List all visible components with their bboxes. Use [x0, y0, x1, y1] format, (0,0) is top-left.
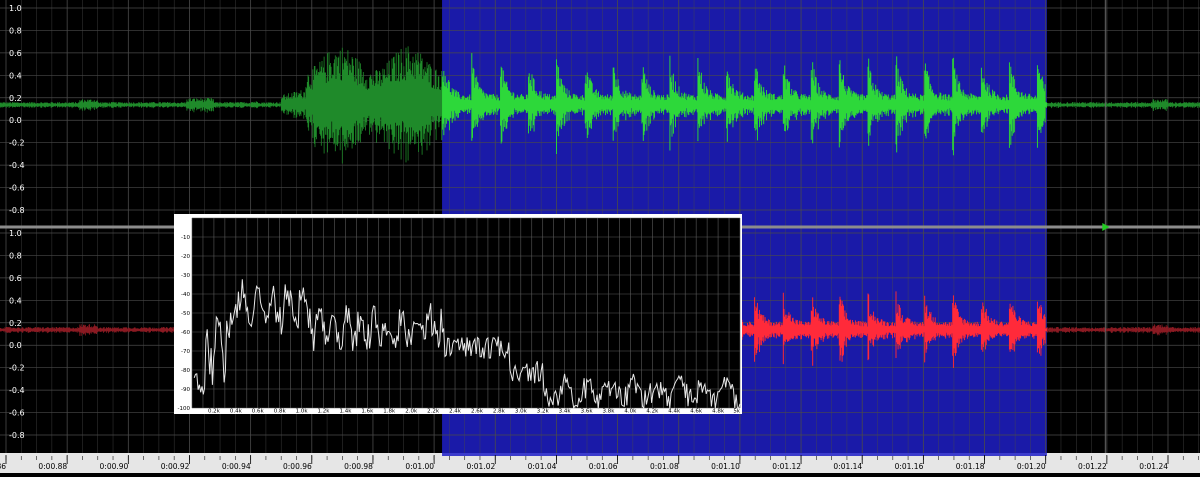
frequency-label: 0.6k [252, 409, 265, 415]
amplitude-label: -0.2 [9, 139, 25, 148]
frequency-label: 4.0k [624, 409, 637, 415]
frequency-label: 0.2k [208, 409, 221, 415]
time-label: 0:00.86 [0, 462, 6, 471]
frequency-label: 0.8k [274, 409, 287, 415]
db-label: -100 [178, 406, 191, 412]
db-label: -40 [181, 292, 190, 298]
frequency-label: 1.4k [339, 409, 352, 415]
time-label: 0:00.94 [222, 462, 251, 471]
frequency-label: 2.4k [449, 409, 462, 415]
time-label: 0:01.20 [1017, 462, 1046, 471]
frequency-label: 3.2k [537, 409, 550, 415]
time-label: 0:01.14 [833, 462, 862, 471]
amplitude-label: -0.6 [9, 184, 25, 193]
amplitude-label: -0.8 [9, 206, 25, 215]
db-label: -50 [181, 311, 190, 317]
frequency-label: 2.6k [471, 409, 484, 415]
time-label: 0:00.92 [161, 462, 190, 471]
frequency-label: 5k [733, 409, 740, 415]
amplitude-label: 0.0 [9, 116, 22, 125]
time-label: 0:01.16 [895, 462, 924, 471]
time-label: 0:01.24 [1139, 462, 1168, 471]
frequency-label: 2.2k [427, 409, 440, 415]
frequency-label: 4.2k [646, 409, 659, 415]
amplitude-label: 0.0 [9, 341, 22, 350]
amplitude-label: -0.4 [9, 161, 25, 170]
time-ruler[interactable]: 0:00.86 0:00.88 0:00.90 0:00.92 0:00.94 0:00.… [0, 453, 1200, 473]
time-label: 0:01.08 [650, 462, 679, 471]
frequency-label: 1.0k [296, 409, 309, 415]
time-label: 0:01.00 [405, 462, 434, 471]
amplitude-label: 0.2 [9, 94, 22, 103]
amplitude-label: 0.8 [9, 251, 22, 260]
frequency-label: 3.4k [559, 409, 572, 415]
frequency-label: 0.4k [230, 409, 243, 415]
frequency-label: 3.6k [581, 409, 594, 415]
frequency-label: 3.0k [515, 409, 528, 415]
frequency-label: 1.8k [383, 409, 396, 415]
amplitude-label: 0.8 [9, 26, 22, 35]
ruler-selection-bar [442, 453, 1047, 456]
amplitude-label: 0.2 [9, 319, 22, 328]
time-label: 0:01.18 [956, 462, 985, 471]
frequency-label: 2.0k [405, 409, 418, 415]
db-label: -80 [181, 368, 190, 374]
time-label: 0:00.88 [38, 462, 67, 471]
amplitude-label: -0.2 [9, 364, 25, 373]
time-label: 0:01.02 [466, 462, 495, 471]
time-label: 0:01.22 [1078, 462, 1107, 471]
frequency-label: 1.6k [361, 409, 374, 415]
time-label: 0:01.04 [528, 462, 557, 471]
amplitude-label: 0.6 [9, 274, 22, 283]
frequency-label: 1.2k [318, 409, 331, 415]
db-label: -60 [181, 330, 190, 336]
time-label: 0:01.06 [589, 462, 618, 471]
amplitude-label: -0.6 [9, 409, 25, 418]
amplitude-label: -0.8 [9, 431, 25, 440]
audio-editor: 1.0 0.8 0.6 0.4 0.2 0.0 -0.2 -0.4 -0.6 -0.8 1.0 0.8… [0, 0, 1200, 473]
db-label: -20 [181, 254, 190, 260]
amplitude-label: 1.0 [9, 229, 22, 238]
frequency-label: 4.4k [668, 409, 681, 415]
frequency-label: 4.6k [690, 409, 703, 415]
time-label: 0:00.96 [283, 462, 312, 471]
amplitude-label: 1.0 [9, 4, 22, 13]
time-label: 0:00.90 [100, 462, 129, 471]
frequency-label: 3.8k [603, 409, 616, 415]
frequency-label: 4.8k [712, 409, 725, 415]
db-label: -90 [181, 387, 190, 393]
amplitude-label: 0.4 [9, 71, 22, 80]
amplitude-label: 0.6 [9, 49, 22, 58]
time-label: 0:00.98 [344, 462, 373, 471]
amplitude-label: -0.4 [9, 386, 25, 395]
amplitude-label: 0.4 [9, 296, 22, 305]
frequency-label: 2.8k [493, 409, 506, 415]
time-label: 0:01.10 [711, 462, 740, 471]
db-label: -30 [181, 273, 190, 279]
db-label: -10 [181, 235, 190, 241]
time-label: 0:01.12 [772, 462, 801, 471]
db-label: -70 [181, 349, 190, 355]
frequency-analysis-window[interactable]: -10 -20 -30 -40 -50 -60 -70 -80 -90 -100 0.2k 0.4k… [174, 214, 742, 414]
